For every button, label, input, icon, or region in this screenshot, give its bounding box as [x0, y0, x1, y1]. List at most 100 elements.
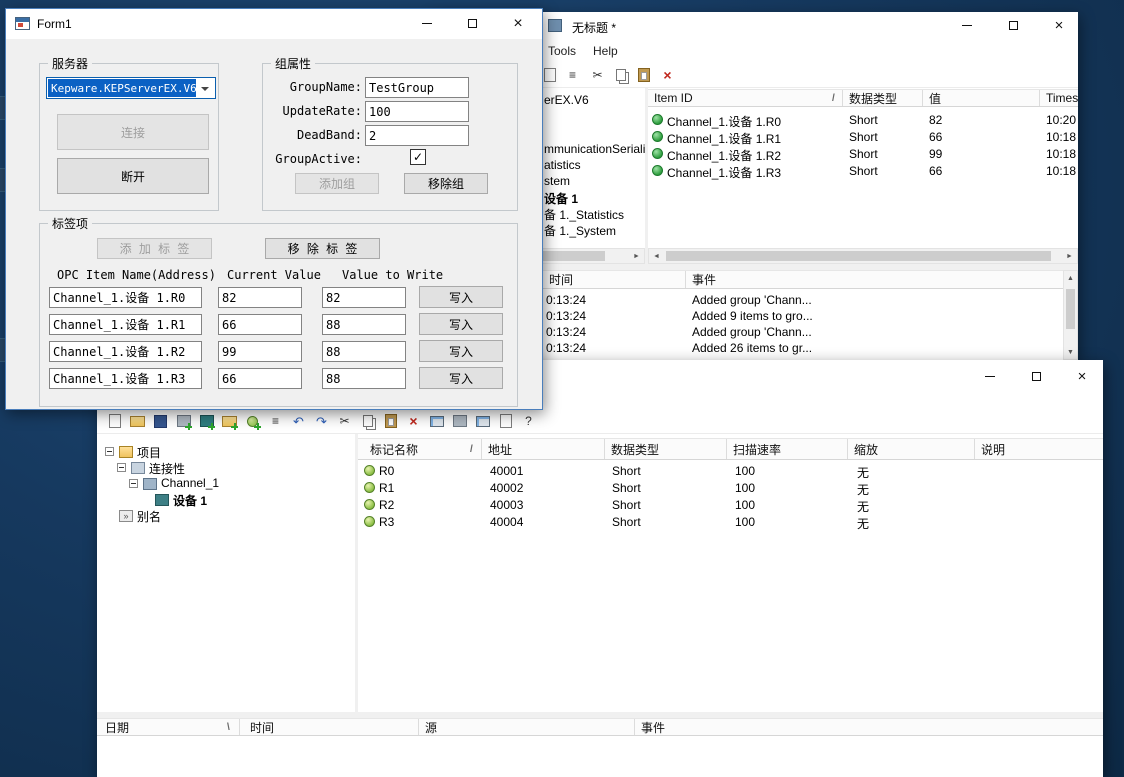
cut-icon[interactable]: ✂	[335, 412, 354, 430]
qc-tree-node[interactable]: 备 1._Statistics	[544, 206, 624, 223]
scroll-up-icon[interactable]: ▲	[1064, 271, 1077, 285]
qc-col-item-id[interactable]: Item ID	[648, 90, 843, 106]
cfg-col-scan-rate[interactable]: 扫描速率	[727, 439, 848, 459]
paste-icon[interactable]	[634, 66, 653, 84]
new-tag-group-icon[interactable]	[220, 412, 239, 430]
qc-tree-node[interactable]: mmunicationSerializa	[544, 142, 658, 156]
qc-tree-node-device[interactable]: 设备 1	[544, 190, 578, 207]
tree-collapse-icon[interactable]	[129, 479, 138, 488]
cfg-event-col-time[interactable]: 时间	[240, 719, 419, 735]
connect-button[interactable]: 连接	[57, 114, 209, 150]
save-project-icon[interactable]	[151, 412, 170, 430]
add-group-button[interactable]: 添加组	[295, 173, 379, 194]
qc-col-timestamp[interactable]: Times	[1040, 90, 1078, 106]
delete-icon[interactable]: ×	[404, 412, 423, 430]
qc-col-datatype[interactable]: 数据类型	[843, 90, 923, 106]
tree-collapse-icon[interactable]	[117, 463, 126, 472]
combo-dropdown-icon[interactable]	[201, 87, 209, 91]
item-properties-icon[interactable]: ≡	[563, 66, 582, 84]
quick-client-icon[interactable]	[473, 412, 492, 430]
tag-write-value-input[interactable]: 88	[322, 341, 406, 362]
cut-icon[interactable]: ✂	[588, 66, 607, 84]
tree-node-alias[interactable]: 别名	[137, 508, 161, 525]
cfg-col-address[interactable]: 地址	[482, 439, 605, 459]
tag-current-value[interactable]: 82	[218, 287, 302, 308]
qc-close-button[interactable]: ×	[1042, 12, 1076, 39]
qc-tree-node[interactable]: erEX.V6	[544, 93, 589, 107]
add-tag-button[interactable]: 添 加 标 签	[97, 238, 212, 259]
tag-write-value-input[interactable]: 88	[322, 368, 406, 389]
copy-icon[interactable]	[611, 66, 630, 84]
runtime-connect-icon[interactable]	[427, 412, 446, 430]
runtime-disconnect-icon[interactable]	[450, 412, 469, 430]
remove-tag-button[interactable]: 移 除 标 签	[265, 238, 380, 259]
scroll-right-icon[interactable]: ►	[629, 249, 644, 263]
tag-item-input[interactable]: Channel_1.设备 1.R2	[49, 341, 202, 362]
redo-icon[interactable]: ↷	[312, 412, 331, 430]
new-device-icon[interactable]	[197, 412, 216, 430]
tag-current-value[interactable]: 66	[218, 314, 302, 335]
form1-minimize-button[interactable]	[405, 9, 449, 38]
write-button[interactable]: 写入	[419, 313, 503, 335]
new-channel-icon[interactable]	[174, 412, 193, 430]
qc-maximize-button[interactable]	[996, 12, 1030, 39]
qc-col-value[interactable]: 值	[923, 90, 1040, 106]
delete-icon[interactable]: ×	[658, 66, 677, 84]
cfg-event-col-event[interactable]: 事件	[635, 719, 1103, 735]
cfg-minimize-button[interactable]	[973, 362, 1007, 390]
qc-tree-node[interactable]: 备 1._System	[544, 222, 616, 239]
tree-node-project[interactable]: 项目	[137, 444, 161, 461]
qc-list-hscrollbar[interactable]: ◄ ►	[648, 248, 1078, 264]
tree-node-channel[interactable]: Channel_1	[161, 476, 219, 490]
tree-node-connectivity[interactable]: 连接性	[149, 460, 185, 477]
qc-tree-node[interactable]: atistics	[544, 158, 581, 172]
new-project-icon[interactable]	[105, 412, 124, 430]
qc-menu-help[interactable]: Help	[593, 40, 618, 62]
tag-current-value[interactable]: 99	[218, 341, 302, 362]
form1-titlebar[interactable]: Form1 ×	[6, 9, 542, 39]
tag-item-input[interactable]: Channel_1.设备 1.R0	[49, 287, 202, 308]
group-name-input[interactable]: TestGroup	[365, 77, 469, 98]
cfg-maximize-button[interactable]	[1019, 362, 1053, 390]
update-rate-input[interactable]: 100	[365, 101, 469, 122]
scrollbar-thumb[interactable]	[1066, 289, 1075, 329]
form1-maximize-button[interactable]	[450, 9, 494, 38]
write-button[interactable]: 写入	[419, 367, 503, 389]
cfg-col-datatype[interactable]: 数据类型	[605, 439, 727, 459]
qc-event-col-event[interactable]: 事件	[686, 271, 1063, 288]
scrollbar-thumb[interactable]	[543, 251, 605, 261]
help-icon[interactable]: ?	[519, 412, 538, 430]
cfg-col-description[interactable]: 说明	[975, 439, 1103, 459]
cfg-event-col-source[interactable]: 源	[419, 719, 635, 735]
remove-group-button[interactable]: 移除组	[404, 173, 488, 194]
scroll-left-icon[interactable]: ◄	[649, 249, 664, 263]
qc-event-vscrollbar[interactable]: ▲ ▼	[1063, 270, 1078, 360]
new-tag-icon[interactable]	[243, 412, 262, 430]
scrollbar-thumb[interactable]	[666, 251, 1051, 261]
dead-band-input[interactable]: 2	[365, 125, 469, 146]
cfg-col-scaling[interactable]: 缩放	[848, 439, 975, 459]
copy-icon[interactable]	[358, 412, 377, 430]
form1-close-button[interactable]: ×	[496, 9, 540, 38]
qc-minimize-button[interactable]	[950, 12, 984, 39]
tree-node-device[interactable]: 设备 1	[173, 492, 207, 509]
paste-icon[interactable]	[381, 412, 400, 430]
qc-menu-tools[interactable]: Tools	[548, 40, 576, 62]
tag-current-value[interactable]: 66	[218, 368, 302, 389]
scroll-down-icon[interactable]: ▼	[1064, 345, 1077, 359]
qc-tree-node[interactable]: stem	[544, 174, 570, 188]
event-log-icon[interactable]	[496, 412, 515, 430]
cfg-close-button[interactable]: ×	[1065, 362, 1099, 390]
write-button[interactable]: 写入	[419, 340, 503, 362]
undo-icon[interactable]: ↶	[289, 412, 308, 430]
group-active-checkbox[interactable]: ✓	[410, 149, 426, 165]
open-project-icon[interactable]	[128, 412, 147, 430]
tag-item-input[interactable]: Channel_1.设备 1.R3	[49, 368, 202, 389]
scroll-right-icon[interactable]: ►	[1062, 249, 1077, 263]
tag-item-input[interactable]: Channel_1.设备 1.R1	[49, 314, 202, 335]
tree-collapse-icon[interactable]	[105, 447, 114, 456]
cfg-event-col-date[interactable]: 日期	[97, 719, 240, 735]
server-combobox[interactable]: Kepware.KEPServerEX.V6	[46, 77, 216, 99]
write-button[interactable]: 写入	[419, 286, 503, 308]
tag-write-value-input[interactable]: 82	[322, 287, 406, 308]
